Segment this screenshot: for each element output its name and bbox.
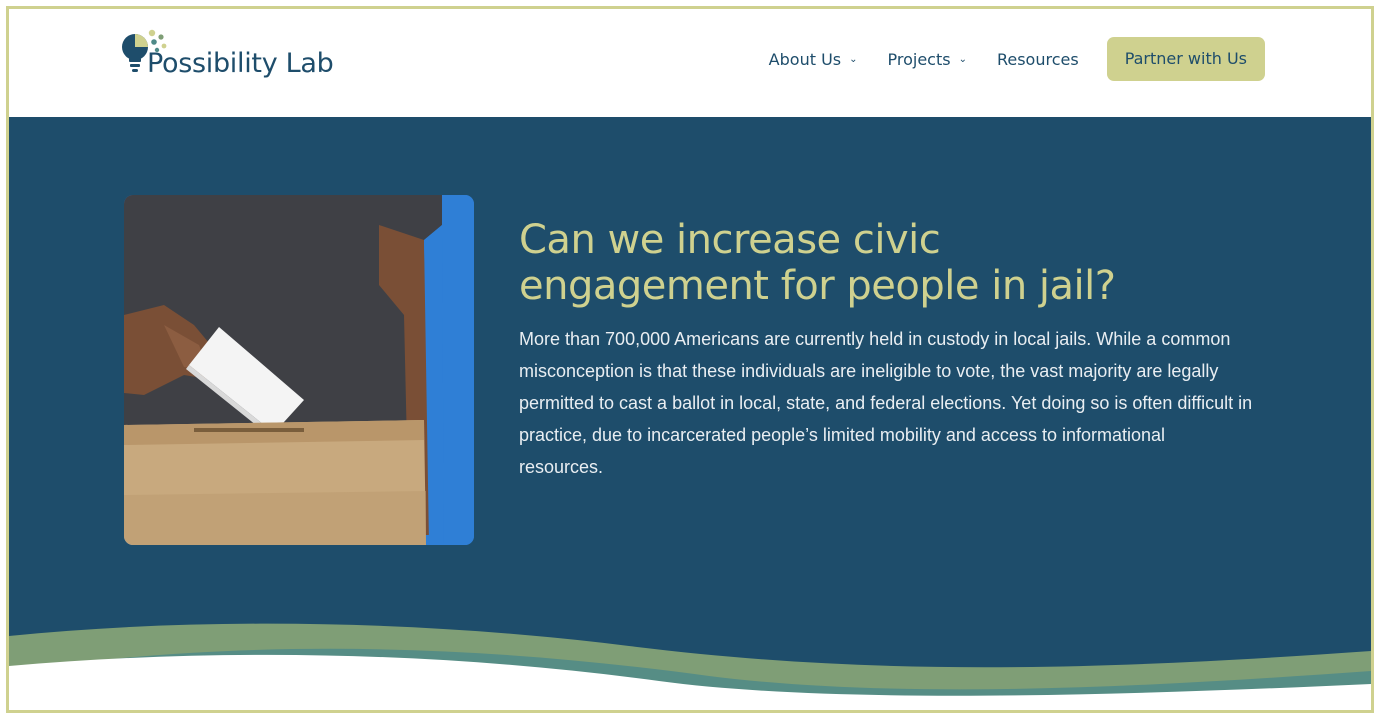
chevron-down-icon: ⌄ bbox=[849, 53, 858, 65]
nav-item-resources[interactable]: Resources bbox=[997, 50, 1079, 69]
partner-with-us-button[interactable]: Partner with Us bbox=[1106, 37, 1265, 81]
hero-title-line-1: Can we increase civic bbox=[519, 217, 941, 263]
ballot-box-photo bbox=[124, 195, 474, 545]
page-frame: Possibility Lab About Us ⌄ Projects ⌄ Re… bbox=[6, 6, 1374, 713]
main-nav: About Us ⌄ Projects ⌄ Resources Partner … bbox=[739, 37, 1265, 81]
brand-name: Possibility Lab bbox=[147, 48, 334, 79]
nav-item-about-us[interactable]: About Us ⌄ bbox=[769, 50, 858, 69]
hero-title: Can we increase civic engagement for peo… bbox=[519, 217, 1279, 309]
nav-item-label: About Us bbox=[768, 49, 842, 69]
hero-description: More than 700,000 Americans are currentl… bbox=[519, 329, 1253, 477]
chevron-down-icon: ⌄ bbox=[958, 53, 967, 65]
decorative-waves bbox=[9, 623, 1371, 710]
logo-link[interactable]: Possibility Lab bbox=[117, 19, 334, 83]
hero-title-line-2: engagement for people in jail? bbox=[519, 263, 1116, 309]
hero-content: Can we increase civic engagement for peo… bbox=[519, 217, 1279, 483]
nav-item-label: Projects bbox=[887, 49, 951, 69]
nav-item-projects[interactable]: Projects ⌄ bbox=[888, 50, 967, 69]
nav-item-label: Resources bbox=[996, 49, 1079, 69]
hero-section: Can we increase civic engagement for peo… bbox=[9, 117, 1371, 710]
site-header: Possibility Lab About Us ⌄ Projects ⌄ Re… bbox=[9, 9, 1371, 117]
lightbulb-logo-icon bbox=[117, 27, 171, 83]
